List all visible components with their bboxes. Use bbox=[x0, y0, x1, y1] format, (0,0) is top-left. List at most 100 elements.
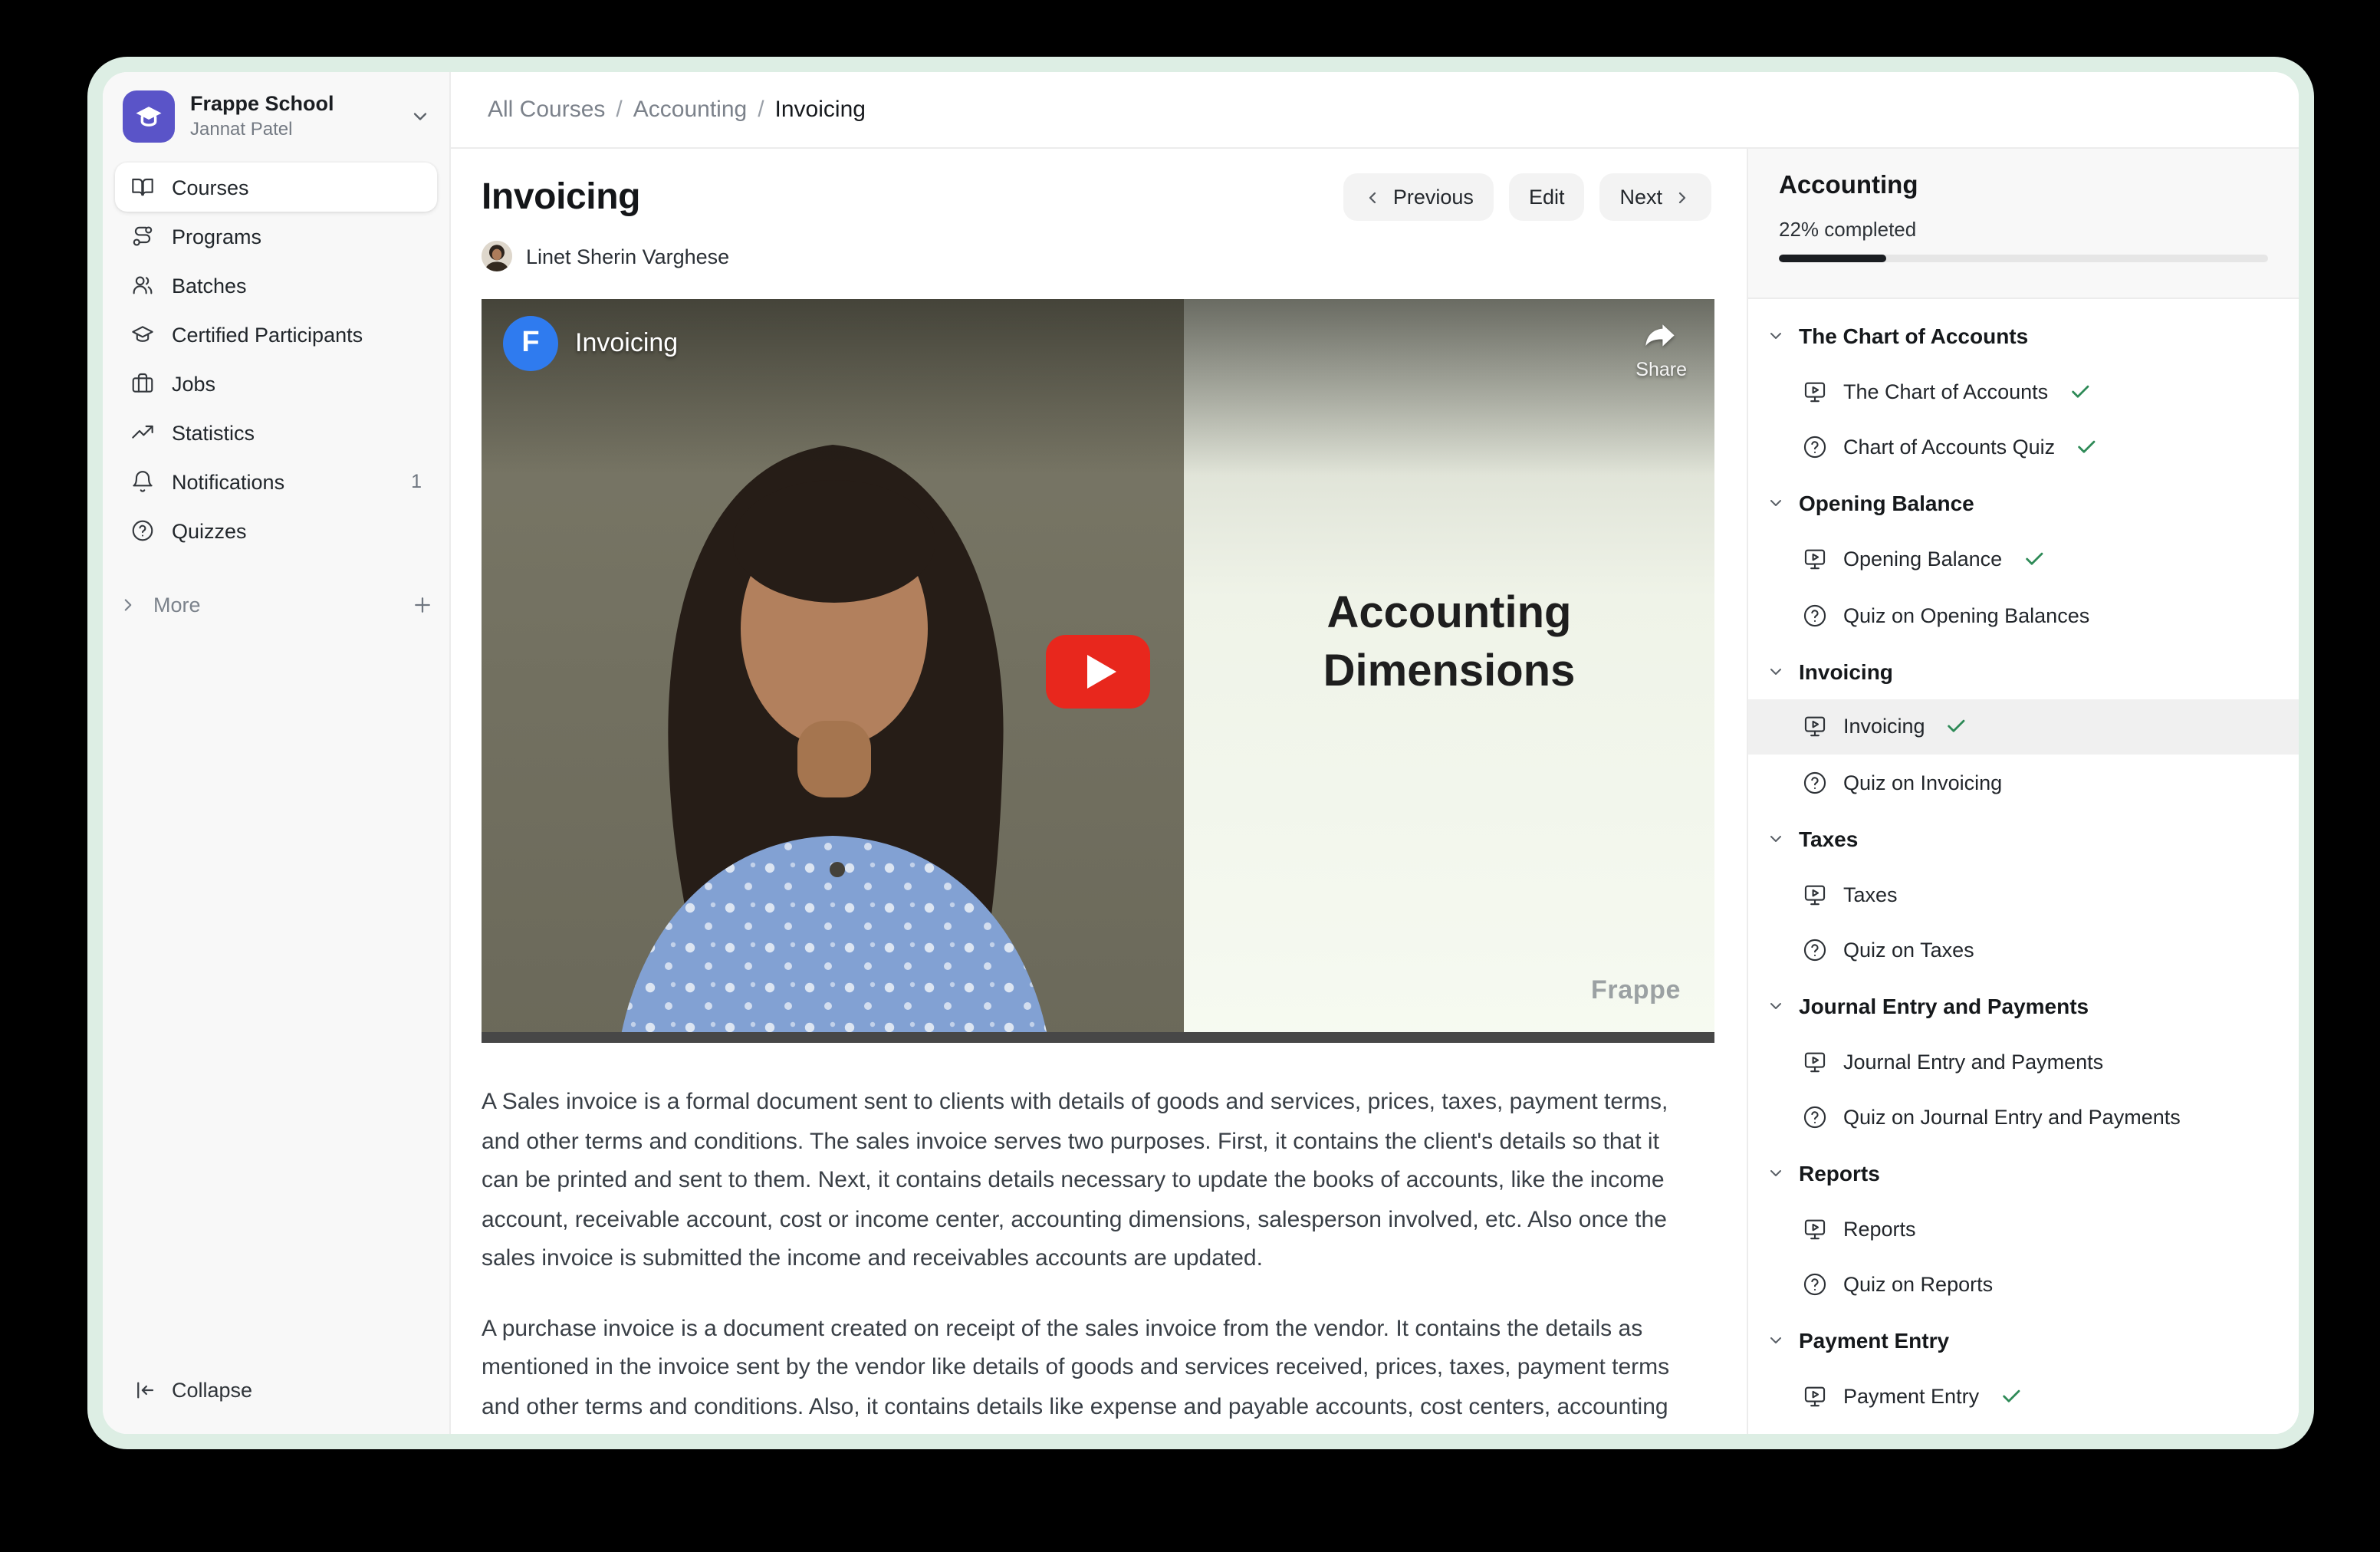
outline-section-journal-entry-and-payments[interactable]: Journal Entry and Payments bbox=[1748, 978, 2299, 1034]
sidebar-item-jobs[interactable]: Jobs bbox=[115, 359, 437, 408]
play-icon bbox=[1087, 654, 1116, 688]
author-row: Linet Sherin Varghese bbox=[482, 241, 1711, 271]
outline-item-taxes[interactable]: Taxes bbox=[1748, 866, 2299, 922]
screen: Frappe School Jannat Patel Courses Progr… bbox=[0, 0, 2380, 1552]
slide-text: Accounting Dimensions bbox=[1184, 584, 1714, 701]
chevron-down-icon bbox=[1767, 495, 1785, 513]
brand-text: Frappe School Jannat Patel bbox=[190, 91, 334, 142]
outline-item-journal-entry-and-payments[interactable]: Journal Entry and Payments bbox=[1748, 1034, 2299, 1090]
monitor-play-icon bbox=[1802, 1049, 1828, 1075]
sidebar-item-quizzes[interactable]: Quizzes bbox=[115, 506, 437, 555]
help-circle-icon bbox=[1802, 770, 1828, 796]
sidebar-item-statistics[interactable]: Statistics bbox=[115, 408, 437, 457]
breadcrumb-accounting[interactable]: Accounting bbox=[633, 97, 747, 123]
help-circle-icon bbox=[1802, 435, 1828, 461]
workspace-title: Frappe School bbox=[190, 91, 334, 117]
lesson-paragraph: A Sales invoice is a formal document sen… bbox=[482, 1083, 1679, 1278]
collapse-label: Collapse bbox=[172, 1378, 252, 1401]
trending-up-icon bbox=[130, 420, 155, 445]
outline-section-taxes[interactable]: Taxes bbox=[1748, 811, 2299, 866]
check-icon bbox=[1999, 1385, 2022, 1408]
sidebar-item-programs[interactable]: Programs bbox=[115, 212, 437, 261]
bell-icon bbox=[130, 469, 155, 494]
breadcrumb-separator: / bbox=[758, 97, 764, 123]
workspace-switcher[interactable]: Frappe School Jannat Patel bbox=[103, 72, 449, 159]
author-name: Linet Sherin Varghese bbox=[526, 245, 729, 268]
outline-section-reports[interactable]: Reports bbox=[1748, 1146, 2299, 1202]
monitor-play-icon bbox=[1802, 1383, 1828, 1409]
help-circle-icon bbox=[1802, 1104, 1828, 1130]
course-title: Accounting bbox=[1779, 172, 2268, 201]
chevron-left-icon bbox=[1364, 188, 1382, 206]
monitor-play-icon bbox=[1802, 379, 1828, 405]
outline-item-the-chart-of-accounts[interactable]: The Chart of Accounts bbox=[1748, 364, 2299, 420]
sidebar: Frappe School Jannat Patel Courses Progr… bbox=[103, 72, 451, 1434]
share-button[interactable]: Share bbox=[1635, 317, 1687, 380]
outline-item-payment-entry[interactable]: Payment Entry bbox=[1748, 1369, 2299, 1425]
main-pane: All Courses / Accounting / Invoicing Inv… bbox=[451, 72, 2299, 1434]
next-button[interactable]: Next bbox=[1599, 173, 1711, 221]
outline-section-opening-balance[interactable]: Opening Balance bbox=[1748, 475, 2299, 531]
app-window-inner: Frappe School Jannat Patel Courses Progr… bbox=[103, 72, 2299, 1434]
outline-item-chart-of-accounts-quiz[interactable]: Chart of Accounts Quiz bbox=[1748, 420, 2299, 476]
video-player[interactable]: Accounting Dimensions F Invoicing bbox=[482, 299, 1714, 1043]
channel-avatar[interactable]: F bbox=[503, 316, 558, 371]
monitor-play-icon bbox=[1802, 1216, 1828, 1242]
help-circle-icon bbox=[130, 518, 155, 543]
outline-item-quiz-on-invoicing[interactable]: Quiz on Invoicing bbox=[1748, 755, 2299, 811]
chevron-down-icon bbox=[1767, 1164, 1785, 1182]
breadcrumb-all-courses[interactable]: All Courses bbox=[488, 97, 605, 123]
page-title: Invoicing bbox=[482, 176, 640, 219]
monitor-play-icon bbox=[1802, 714, 1828, 740]
course-outline-list: The Chart of Accounts The Chart of Accou… bbox=[1748, 299, 2299, 1434]
outline-item-quiz-on-taxes[interactable]: Quiz on Taxes bbox=[1748, 922, 2299, 978]
sidebar-item-certified-participants[interactable]: Certified Participants bbox=[115, 310, 437, 359]
breadcrumb-current: Invoicing bbox=[775, 97, 866, 123]
share-label: Share bbox=[1635, 359, 1687, 380]
sidebar-bottom: Collapse bbox=[103, 1366, 449, 1434]
graduation-cap-icon bbox=[132, 100, 166, 133]
progress-label: 22% completed bbox=[1779, 218, 2268, 241]
plus-icon[interactable] bbox=[411, 593, 434, 616]
route-icon bbox=[130, 224, 155, 248]
share-icon bbox=[1643, 317, 1680, 354]
outline-item-quiz-on-opening-balances[interactable]: Quiz on Opening Balances bbox=[1748, 587, 2299, 643]
help-circle-icon bbox=[1802, 602, 1828, 628]
edit-button[interactable]: Edit bbox=[1509, 173, 1585, 221]
outline-section-the-chart-of-accounts[interactable]: The Chart of Accounts bbox=[1748, 308, 2299, 364]
sidebar-item-notifications[interactable]: Notifications 1 bbox=[115, 457, 437, 506]
sidebar-item-batches[interactable]: Batches bbox=[115, 261, 437, 310]
workspace-user: Jannat Patel bbox=[190, 119, 334, 142]
check-icon bbox=[2068, 380, 2091, 403]
monitor-play-icon bbox=[1802, 547, 1828, 573]
video-title-overlay[interactable]: Invoicing bbox=[575, 328, 678, 359]
outline-item-reports[interactable]: Reports bbox=[1748, 1202, 2299, 1258]
video-header: F Invoicing bbox=[503, 316, 678, 371]
lesson-content: Invoicing Previous Edit bbox=[451, 149, 1747, 1434]
collapse-sidebar-button[interactable]: Collapse bbox=[118, 1366, 434, 1412]
sidebar-nav: Courses Programs Batches Certified Parti… bbox=[103, 159, 449, 555]
check-icon bbox=[1945, 715, 1968, 738]
previous-button[interactable]: Previous bbox=[1344, 173, 1494, 221]
outline-item-opening-balance[interactable]: Opening Balance bbox=[1748, 531, 2299, 587]
outline-section-payment-entry[interactable]: Payment Entry bbox=[1748, 1313, 2299, 1369]
video-progress-bar[interactable] bbox=[482, 1032, 1714, 1043]
outline-section-invoicing[interactable]: Invoicing bbox=[1748, 643, 2299, 699]
outline-item-invoicing[interactable]: Invoicing bbox=[1748, 699, 2299, 755]
outline-item-quiz-on-journal-entry-and-payments[interactable]: Quiz on Journal Entry and Payments bbox=[1748, 1090, 2299, 1146]
book-open-icon bbox=[130, 175, 155, 199]
graduation-cap-icon bbox=[130, 322, 155, 347]
chevron-down-icon bbox=[1767, 1331, 1785, 1350]
help-circle-icon bbox=[1802, 937, 1828, 963]
play-button[interactable] bbox=[1046, 634, 1150, 708]
chevron-down-icon[interactable] bbox=[409, 106, 431, 127]
monitor-play-icon bbox=[1802, 881, 1828, 907]
sidebar-item-more[interactable]: More bbox=[103, 581, 449, 627]
chevron-down-icon bbox=[1767, 997, 1785, 1015]
collapse-icon bbox=[133, 1378, 156, 1401]
more-label: More bbox=[153, 593, 201, 616]
progress-fill bbox=[1779, 255, 1886, 262]
outline-item-quiz-on-reports[interactable]: Quiz on Reports bbox=[1748, 1257, 2299, 1313]
sidebar-item-courses[interactable]: Courses bbox=[115, 163, 437, 212]
chevron-down-icon bbox=[1767, 327, 1785, 345]
